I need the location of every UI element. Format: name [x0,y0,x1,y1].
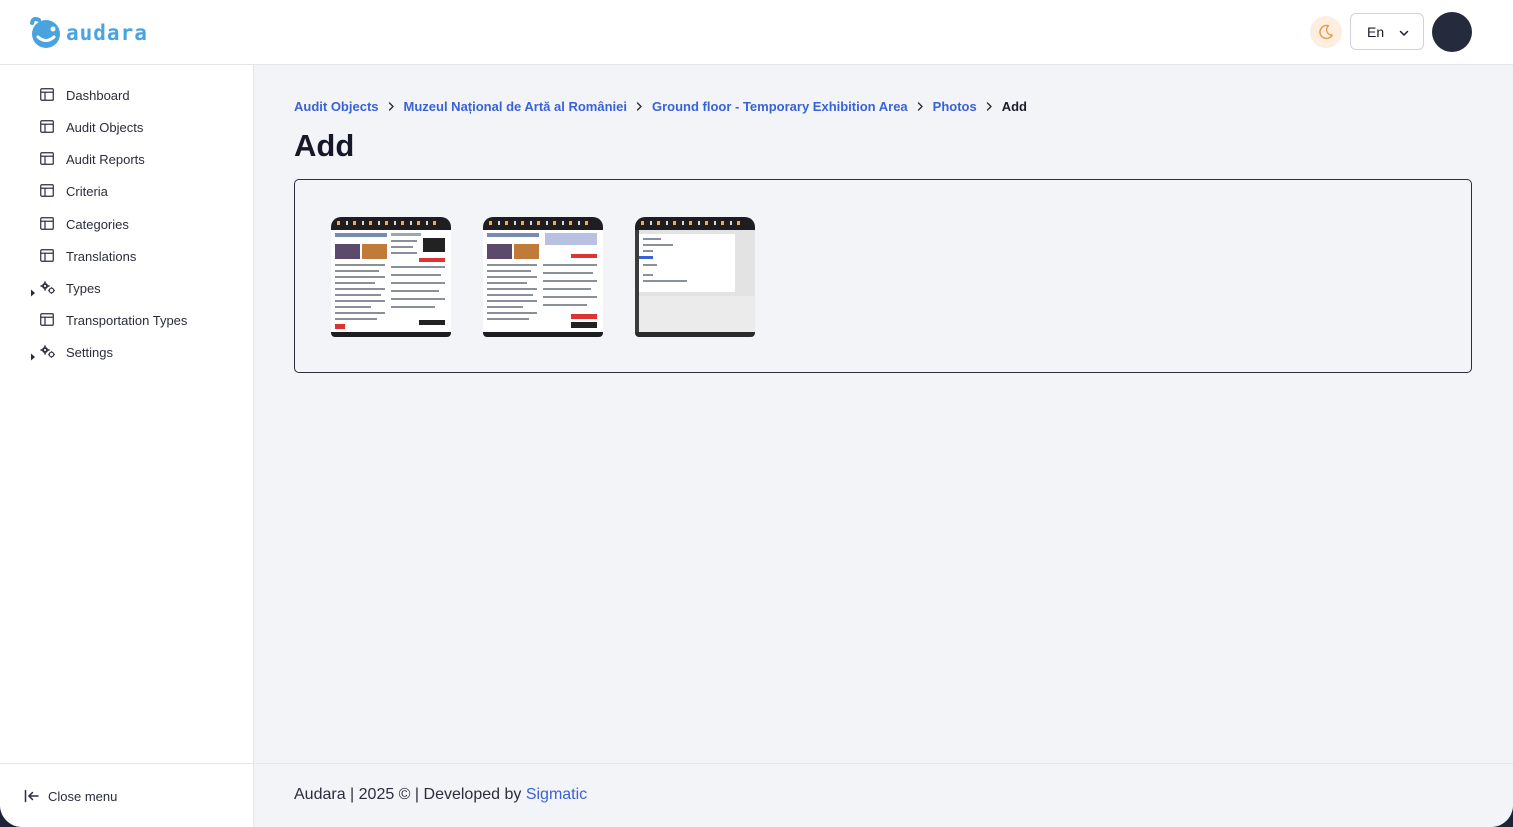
sidebar-item-label: Translations [66,249,137,264]
app-window: audara En Dashboard Audit Objects Audit Re… [0,0,1513,827]
chevron-right-icon [636,101,643,111]
table-icon [40,152,54,170]
page-title: Add [294,128,355,163]
breadcrumb-link[interactable]: Ground floor - Temporary Exhibition Area [652,99,908,114]
sidebar-item-label: Audit Objects [66,120,144,135]
sidebar-item-label: Criteria [66,184,108,199]
chevron-right-icon [917,101,924,111]
chevron-right-icon [986,101,993,111]
sidebar-item-label: Categories [66,217,129,232]
sidebar-item-audit-reports[interactable]: Audit Reports [0,146,253,174]
photos-panel [294,179,1472,373]
close-menu-label: Close menu [48,788,118,804]
caret-right-icon[interactable] [30,348,36,366]
photo-preview-2 [487,233,597,328]
footer-copyright: Audara | 2025 © | Developed by [294,786,522,803]
breadcrumb-link[interactable]: Audit Objects [294,99,379,114]
sidebar-item-settings[interactable]: Settings [0,339,253,367]
gears-icon [40,281,56,300]
photo-preview-3 [635,230,755,332]
photo-thumbnail-2[interactable] [483,217,603,337]
sidebar-item-dashboard[interactable]: Dashboard [0,82,253,110]
theme-toggle-button[interactable] [1310,16,1342,48]
sidebar-item-audit-objects[interactable]: Audit Objects [0,114,253,142]
footer-text: Audara | 2025 © | Developed by Sigmatic [294,786,587,804]
sidebar-item-types[interactable]: Types [0,275,253,303]
sidebar-item-criteria[interactable]: Criteria [0,178,253,206]
user-avatar[interactable] [1432,12,1472,52]
gears-icon [40,345,56,364]
top-header: audara En [0,0,1513,65]
moon-icon [1319,24,1333,40]
table-icon [40,184,54,202]
table-icon [40,88,54,106]
breadcrumb-link[interactable]: Muzeul Național de Artă al României [404,99,627,114]
breadcrumb-link[interactable]: Photos [933,99,977,114]
sidebar-item-label: Settings [66,345,113,360]
table-icon [40,313,54,331]
sidebar-item-transportation-types[interactable]: Transportation Types [0,307,253,335]
sidebar-footer: Close menu [0,763,253,827]
logo-mark-icon [30,17,60,48]
sidebar-item-label: Audit Reports [66,152,145,167]
sidebar-item-label: Types [66,281,101,296]
breadcrumb-current: Add [1001,98,1027,114]
breadcrumb: Audit Objects Muzeul Național de Artă al … [294,97,1027,115]
chevron-down-icon [1399,30,1409,36]
page-footer: Audara | 2025 © | Developed by Sigmatic [254,763,1513,827]
sidebar-item-label: Dashboard [66,88,130,103]
caret-right-icon[interactable] [30,284,36,302]
photo-preview-1 [335,233,445,329]
photo-thumbnail-1[interactable] [331,217,451,337]
developer-link[interactable]: Sigmatic [526,786,587,803]
language-value: En [1367,23,1385,40]
main-content: Audit Objects Muzeul Național de Artă al … [254,65,1513,763]
chevron-right-icon [388,101,395,111]
sidebar-item-categories[interactable]: Categories [0,211,253,239]
sidebar-item-translations[interactable]: Translations [0,243,253,271]
table-icon [40,217,54,235]
sidebar-item-label: Transportation Types [66,313,188,328]
table-icon [40,120,54,138]
logo-text: audara [66,21,148,45]
logo[interactable]: audara [29,15,148,49]
language-select[interactable]: En [1350,13,1424,50]
photo-thumbnail-3[interactable] [635,217,755,337]
collapse-left-icon [24,789,39,803]
sidebar: Dashboard Audit Objects Audit Reports Crite… [0,65,254,827]
close-menu-button[interactable]: Close menu [24,786,117,806]
table-icon [40,249,54,267]
